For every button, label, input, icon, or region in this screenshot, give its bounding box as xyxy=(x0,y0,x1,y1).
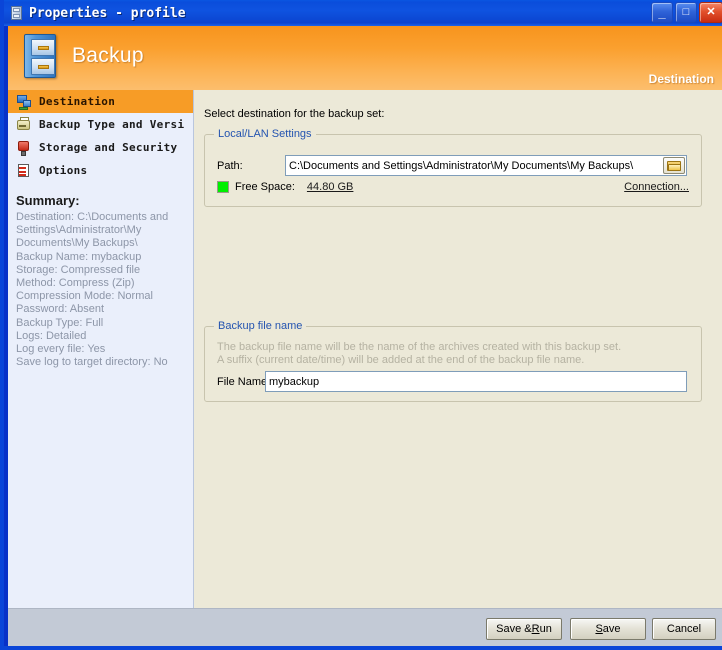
free-space-row: Free Space: 44.80 GB xyxy=(217,181,353,193)
file-name-input[interactable]: mybackup xyxy=(265,371,687,392)
path-value: C:\Documents and Settings\Administrator\… xyxy=(289,159,634,172)
properties-window: Properties - profile _ □ ✕ Backup Destin… xyxy=(0,0,722,650)
free-space-indicator-icon xyxy=(217,181,229,193)
path-input[interactable]: C:\Documents and Settings\Administrator\… xyxy=(285,155,687,176)
sidebar-item-destination[interactable]: Destination xyxy=(8,90,193,113)
options-checklist-icon xyxy=(16,163,32,179)
summary-panel: Summary: Destination: C:\Documents and S… xyxy=(8,193,193,369)
sidebar-item-label: Destination xyxy=(39,95,116,108)
save-run-accel: R xyxy=(531,623,540,635)
save-run-pre: Save & xyxy=(496,623,532,635)
group-legend: Local/LAN Settings xyxy=(214,128,316,140)
network-destination-icon xyxy=(16,94,32,110)
save-and-run-button[interactable]: Save & Run xyxy=(486,618,562,640)
main-panel: Select destination for the backup set: L… xyxy=(194,90,722,608)
footer-bar: Save & Run Save Cancel xyxy=(8,608,722,646)
summary-title: Summary: xyxy=(16,193,80,208)
intro-text: Select destination for the backup set: xyxy=(204,108,385,120)
file-name-label: File Name: xyxy=(217,376,271,388)
cancel-button[interactable]: Cancel xyxy=(652,618,716,640)
title-bar[interactable]: Properties - profile _ □ ✕ xyxy=(4,0,722,26)
sidebar-item-label: Options xyxy=(39,164,88,177)
help-line-1: The backup file name will be the name of… xyxy=(217,341,622,353)
cancel-label: Cancel xyxy=(666,623,702,635)
free-space-label: Free Space: xyxy=(235,181,295,193)
summary-line: Destination: C:\Documents and Settings\A… xyxy=(16,211,172,250)
browse-path-button[interactable] xyxy=(663,157,685,174)
save-button[interactable]: Save xyxy=(570,618,646,640)
sidebar-item-options[interactable]: Options xyxy=(8,159,193,182)
path-label: Path: xyxy=(217,160,243,172)
summary-line: Method: Compress (Zip) xyxy=(16,277,135,290)
sidebar: Destination Backup Type and Versi Storag… xyxy=(8,90,194,608)
summary-line: Log every file: Yes xyxy=(16,343,106,356)
page-title: Backup xyxy=(72,44,144,67)
header-banner: Backup Destination xyxy=(8,26,722,90)
summary-line: Save log to target directory: No xyxy=(16,356,168,369)
filing-cabinet-icon xyxy=(18,30,64,84)
group-legend: Backup file name xyxy=(214,320,307,332)
storage-security-icon xyxy=(16,140,32,156)
summary-line: Password: Absent xyxy=(16,303,105,316)
minimize-icon: _ xyxy=(658,5,666,20)
summary-line: Backup Type: Full xyxy=(16,316,104,329)
backup-type-icon xyxy=(16,116,32,133)
minimize-button[interactable]: _ xyxy=(651,2,673,23)
local-lan-settings-group: Local/LAN Settings Path: C:\Documents an… xyxy=(204,128,702,207)
window-title: Properties - profile xyxy=(29,5,186,21)
free-space-value-link[interactable]: 44.80 GB xyxy=(307,181,353,193)
sidebar-item-label: Storage and Security xyxy=(39,141,178,154)
folder-open-icon xyxy=(667,160,681,171)
maximize-icon: □ xyxy=(682,6,690,18)
summary-line: Logs: Detailed xyxy=(16,329,87,342)
summary-line: Storage: Compressed file xyxy=(16,263,141,276)
maximize-button[interactable]: □ xyxy=(675,2,697,23)
save-run-post: un xyxy=(539,623,552,635)
sidebar-item-label: Backup Type and Versi xyxy=(39,118,185,131)
sidebar-item-storage-security[interactable]: Storage and Security xyxy=(8,136,193,159)
backup-file-name-group: Backup file name The backup file name wi… xyxy=(204,320,702,402)
banner-section-label: Destination xyxy=(648,72,714,86)
connection-link[interactable]: Connection... xyxy=(624,181,689,193)
file-name-value: mybackup xyxy=(269,375,320,388)
close-icon: ✕ xyxy=(706,6,716,18)
summary-line: Backup Name: mybackup xyxy=(16,250,142,263)
sidebar-item-backup-type[interactable]: Backup Type and Versi xyxy=(8,113,193,136)
window-controls: _ □ ✕ xyxy=(651,2,722,23)
save-post: ave xyxy=(602,623,621,635)
summary-line: Compression Mode: Normal xyxy=(16,290,153,303)
save-accel: S xyxy=(595,623,603,635)
close-button[interactable]: ✕ xyxy=(699,2,722,23)
window-cabinet-icon xyxy=(9,5,25,21)
help-line-2: A suffix (current date/time) will be add… xyxy=(217,354,585,366)
